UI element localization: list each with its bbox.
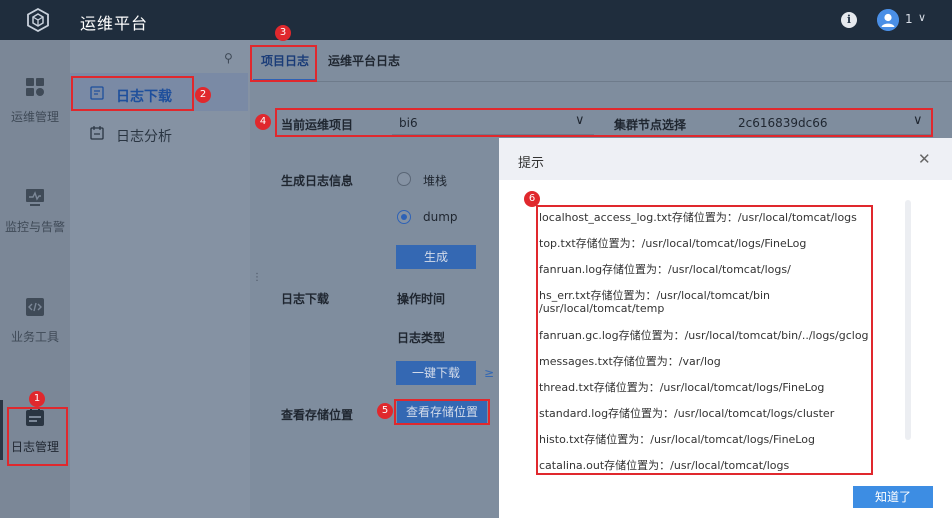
- highlight-box-3: [250, 45, 317, 82]
- avatar[interactable]: [877, 9, 899, 31]
- nav-label-monitor: 监控与告警: [4, 220, 65, 234]
- chevron-down-icon[interactable]: ∨: [918, 11, 926, 24]
- monitor-icon: [26, 189, 44, 206]
- sub-nav: [70, 40, 250, 518]
- step-badge-6: 6: [524, 191, 540, 207]
- info-icon[interactable]: i: [841, 12, 857, 28]
- nav-label-tools: 业务工具: [10, 330, 59, 344]
- download-label: 日志下载: [281, 292, 330, 306]
- help-icon[interactable]: ≥: [484, 366, 494, 380]
- step-badge-4: 4: [255, 114, 271, 130]
- storage-label: 查看存储位置: [281, 408, 354, 422]
- dialog-title: 提示: [518, 156, 545, 171]
- pin-icon[interactable]: ⚲: [224, 51, 238, 65]
- radio-dump-label: dump: [423, 210, 458, 224]
- ok-button[interactable]: 知道了: [853, 486, 933, 508]
- nav-item-monitor[interactable]: 监控与告警: [0, 186, 70, 235]
- generate-button[interactable]: 生成: [396, 245, 476, 269]
- app-title: 运维平台: [80, 14, 149, 33]
- dialog-scrollbar[interactable]: [905, 200, 911, 440]
- radio-stack[interactable]: [397, 172, 411, 186]
- highlight-box-1: [7, 407, 68, 466]
- nav-active-indicator: [0, 400, 3, 460]
- grid-icon: [26, 78, 44, 96]
- highlight-box-6: [536, 205, 873, 475]
- step-badge-2: 2: [195, 87, 211, 103]
- log-type-label: 日志类型: [397, 331, 446, 345]
- radio-stack-label: 堆栈: [423, 174, 448, 188]
- highlight-box-2: [71, 76, 194, 111]
- nav-item-ops[interactable]: 运维管理: [0, 76, 70, 125]
- tab-platform-log[interactable]: 运维平台日志: [328, 52, 400, 69]
- radio-dump[interactable]: [397, 210, 411, 224]
- nav-item-tools[interactable]: 业务工具: [0, 296, 70, 345]
- highlight-box-5: [394, 399, 490, 425]
- code-icon: [26, 298, 44, 316]
- step-badge-1: 1: [29, 391, 45, 407]
- one-click-download-button[interactable]: 一键下载: [396, 361, 476, 385]
- sub-nav-item-analysis[interactable]: 日志分析: [116, 126, 172, 146]
- step-badge-3: 3: [275, 25, 291, 41]
- op-time-label: 操作时间: [397, 292, 446, 306]
- nav-label-ops: 运维管理: [10, 110, 59, 124]
- user-count: 1: [905, 12, 913, 26]
- step-badge-5: 5: [377, 403, 393, 419]
- splitter-handle[interactable]: ⋮: [252, 272, 262, 283]
- gen-label: 生成日志信息: [281, 174, 354, 188]
- highlight-box-4: [275, 108, 933, 137]
- analysis-icon: [90, 126, 104, 140]
- close-icon[interactable]: ✕: [918, 150, 931, 168]
- logo-icon: [27, 8, 49, 32]
- dialog-header: [499, 138, 952, 180]
